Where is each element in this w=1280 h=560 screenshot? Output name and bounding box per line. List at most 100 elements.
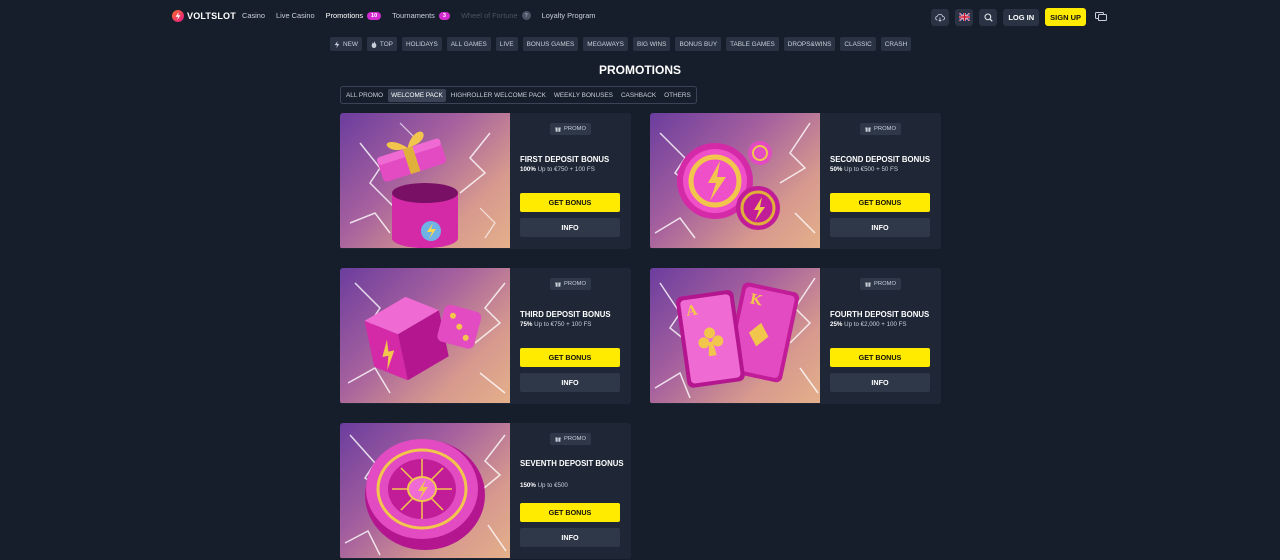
info-button[interactable]: INFO: [520, 528, 620, 547]
brand-logo[interactable]: VOLTSLOT: [172, 10, 236, 22]
promo-card: PROMO SECOND DEPOSIT BONUS 50% Up to €50…: [650, 113, 941, 249]
category-label: HOLIDAYS: [405, 40, 438, 48]
category-live[interactable]: LIVE: [495, 37, 518, 51]
promo-details: 75% Up to €750 + 100 FS: [520, 321, 591, 328]
info-button[interactable]: INFO: [520, 218, 620, 237]
promo-tag: PROMO: [860, 123, 901, 135]
nav-label: Loyalty Program: [541, 11, 596, 20]
gift-icon: [865, 282, 871, 287]
promo-tag-label: PROMO: [564, 436, 586, 442]
category-top[interactable]: TOP: [366, 37, 397, 51]
lightning-logo-icon: [172, 10, 184, 22]
gift-icon: [555, 282, 561, 287]
category-label: CRASH: [884, 40, 908, 48]
promo-card-body: PROMO SEVENTH DEPOSIT BONUS 150% Up to €…: [510, 423, 631, 558]
main-nav: Casino Live Casino Promotions 10 Tourname…: [242, 11, 595, 20]
tab-all-promo[interactable]: ALL PROMO: [343, 89, 386, 102]
tab-cashback[interactable]: CASHBACK: [618, 89, 659, 102]
category-holidays[interactable]: HOLIDAYS: [401, 37, 442, 51]
tab-welcome-pack[interactable]: WELCOME PACK: [388, 88, 446, 102]
gift-icon: [555, 127, 561, 132]
category-all-games[interactable]: ALL GAMES: [446, 37, 491, 51]
uk-flag-icon[interactable]: [955, 8, 974, 26]
promo-card-body: PROMO FIRST DEPOSIT BONUS 100% Up to €75…: [510, 113, 631, 248]
nav-label: Live Casino: [276, 11, 315, 20]
get-bonus-button[interactable]: GET BONUS: [520, 348, 620, 367]
nav-label: Tournaments: [392, 11, 435, 20]
promo-details: 25% Up to €2,000 + 100 FS: [830, 321, 907, 328]
promo-tag: PROMO: [550, 123, 591, 135]
promo-title: SEVENTH DEPOSIT BONUS: [520, 459, 624, 468]
nav-label: Promotions: [325, 11, 364, 20]
info-button[interactable]: INFO: [520, 373, 620, 392]
promo-tag-label: PROMO: [564, 281, 586, 287]
category-classic[interactable]: CLASSIC: [840, 37, 876, 51]
login-button[interactable]: LOG IN: [1003, 8, 1040, 26]
promo-percent: 50%: [830, 166, 843, 173]
get-bonus-button[interactable]: GET BONUS: [520, 193, 620, 212]
promo-terms: Up to €500 + 50 FS: [844, 166, 898, 173]
promo-card-body: PROMO SECOND DEPOSIT BONUS 50% Up to €50…: [820, 113, 941, 248]
tab-highroller-welcome-pack[interactable]: HIGHROLLER WELCOME PACK: [448, 89, 549, 102]
search-icon[interactable]: [979, 8, 998, 26]
promo-title: SECOND DEPOSIT BONUS: [830, 155, 931, 164]
promo-terms: Up to €2,000 + 100 FS: [844, 321, 907, 328]
category-new[interactable]: NEW: [330, 37, 362, 51]
promotions-count-badge: 10: [367, 11, 382, 20]
game-category-bar: NEW TOP HOLIDAYS ALL GAMES LIVE BONUS GA…: [330, 37, 912, 51]
nav-item-tournaments[interactable]: Tournaments 3: [392, 11, 450, 20]
page-title: PROMOTIONS: [598, 63, 681, 77]
nav-item-casino[interactable]: Casino: [242, 11, 265, 20]
tab-weekly-bonuses[interactable]: WEEKLY BONUSES: [551, 89, 616, 102]
promo-tag: PROMO: [860, 278, 901, 290]
gift-icon: [865, 127, 871, 132]
promo-details: 100% Up to €750 + 100 FS: [520, 166, 595, 173]
category-bonus-games[interactable]: BONUS GAMES: [522, 37, 579, 51]
category-label: MEGAWAYS: [587, 40, 624, 48]
category-drops-wins[interactable]: DROPS&WINS: [783, 37, 836, 51]
promo-details: 50% Up to €500 + 50 FS: [830, 166, 898, 173]
category-bonus-buy[interactable]: BONUS BUY: [675, 37, 722, 51]
promo-filter-tabs: ALL PROMO WELCOME PACK HIGHROLLER WELCOM…: [340, 86, 697, 104]
nav-item-loyalty-program[interactable]: Loyalty Program: [542, 11, 596, 20]
promo-card-body: PROMO THIRD DEPOSIT BONUS 75% Up to €750…: [510, 268, 631, 403]
cloud-download-icon[interactable]: [931, 8, 950, 26]
category-table-games[interactable]: TABLE GAMES: [726, 37, 779, 51]
info-button[interactable]: INFO: [830, 218, 930, 237]
category-crash[interactable]: CRASH: [880, 37, 912, 51]
get-bonus-button[interactable]: GET BONUS: [830, 193, 930, 212]
lightning-icon: [334, 40, 340, 48]
promo-terms: Up to €750 + 100 FS: [537, 166, 595, 173]
promo-title: THIRD DEPOSIT BONUS: [520, 310, 611, 319]
nav-item-live-casino[interactable]: Live Casino: [276, 11, 315, 20]
nav-item-wheel-of-fortune[interactable]: Wheel of Fortune?: [461, 11, 531, 20]
signup-button[interactable]: SIGN UP: [1045, 8, 1086, 26]
chat-icon[interactable]: [1094, 10, 1108, 24]
category-label: NEW: [343, 40, 358, 48]
flame-icon: [371, 40, 377, 48]
promo-tag-label: PROMO: [874, 281, 896, 287]
promo-tag-label: PROMO: [564, 126, 586, 132]
nav-item-promotions[interactable]: Promotions 10: [326, 11, 382, 20]
header-actions: LOG IN SIGN UP: [931, 8, 1108, 26]
category-megaways[interactable]: MEGAWAYS: [583, 37, 628, 51]
gift-box-illustration: [340, 113, 510, 248]
get-bonus-button[interactable]: GET BONUS: [520, 503, 620, 522]
category-label: DROPS&WINS: [787, 40, 832, 48]
gift-icon: [555, 437, 561, 442]
info-button[interactable]: INFO: [830, 373, 930, 392]
tab-others[interactable]: OTHERS: [661, 89, 694, 102]
get-bonus-button[interactable]: GET BONUS: [830, 348, 930, 367]
promo-card: PROMO SEVENTH DEPOSIT BONUS 150% Up to €…: [340, 423, 631, 559]
promo-tag-label: PROMO: [874, 126, 896, 132]
promo-tag: PROMO: [550, 433, 591, 445]
coins-illustration: [650, 113, 820, 248]
category-label: BONUS GAMES: [526, 40, 575, 48]
category-big-wins[interactable]: BIG WINS: [632, 37, 671, 51]
category-label: LIVE: [499, 40, 514, 48]
category-label: ALL GAMES: [450, 40, 487, 48]
tournaments-count-badge: 3: [438, 11, 450, 20]
top-header: VOLTSLOT Casino Live Casino Promotions 10…: [0, 0, 1280, 34]
nav-label: Wheel of Fortune: [460, 11, 518, 20]
promo-title: FOURTH DEPOSIT BONUS: [830, 310, 930, 319]
